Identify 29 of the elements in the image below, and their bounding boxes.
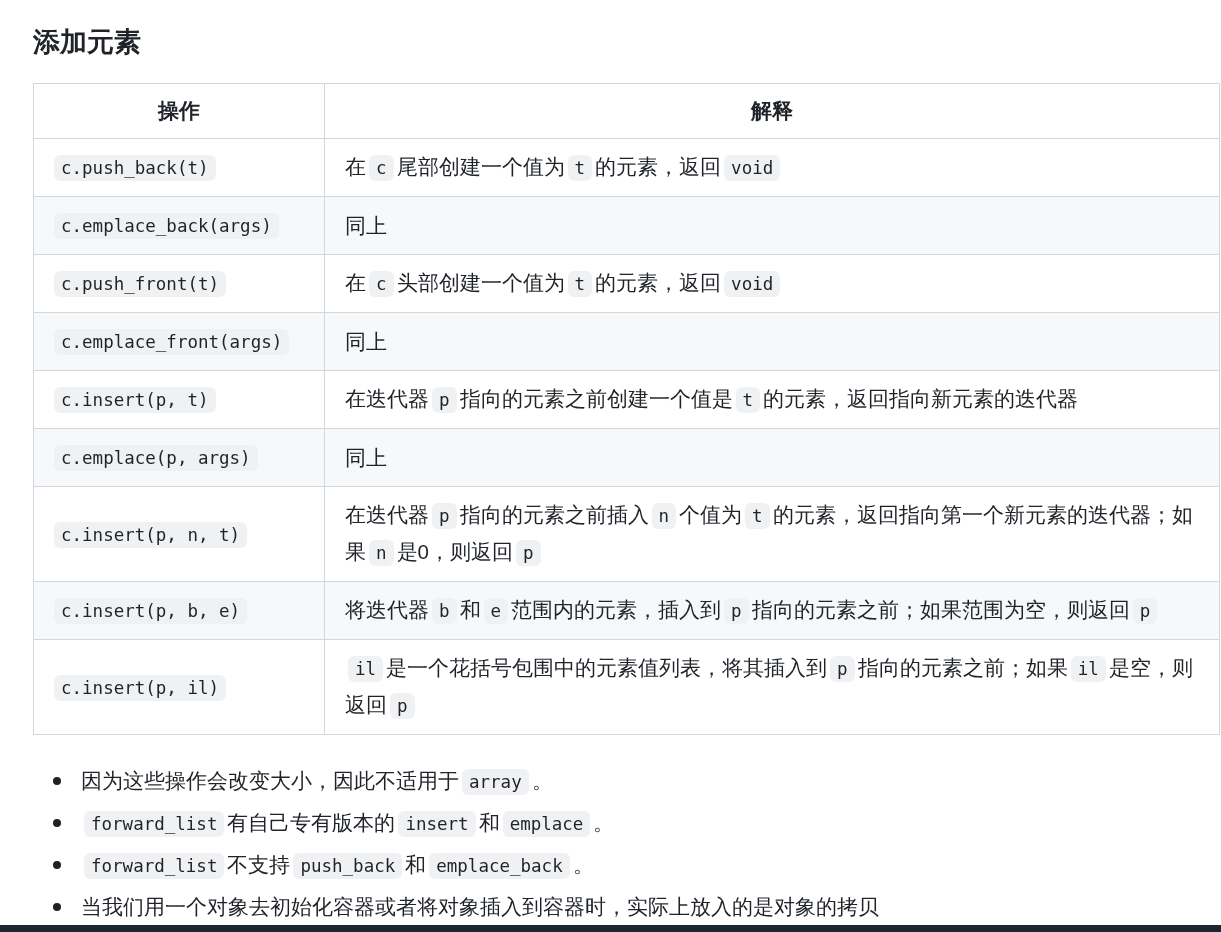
table-cell: c.push_back(t): [33, 138, 325, 197]
bullet-dot: [53, 903, 61, 911]
table-cell: 在 c 头部创建一个值为 t 的元素，返回 void: [324, 254, 1220, 313]
table-cell: c.insert(p, n, t): [33, 486, 325, 582]
column-header: 操作: [33, 83, 325, 139]
table-cell: 同上: [324, 196, 1220, 255]
list-item-text: forward_list 有自己专有版本的 insert 和 emplace 。: [81, 809, 615, 837]
table-cell: il 是一个花括号包围中的元素值列表，将其插入到 p 指向的元素之前；如果 il 是空，则返回 p: [324, 639, 1220, 735]
table-cell: c.insert(p, il): [33, 639, 325, 735]
table-cell: c.push_front(t): [33, 254, 325, 313]
bullet-dot: [53, 819, 61, 827]
bullet-dot: [53, 861, 61, 869]
table-cell: 在 c 尾部创建一个值为 t 的元素，返回 void: [324, 138, 1220, 197]
table-cell: c.insert(p, t): [33, 370, 325, 429]
table-cell: 同上: [324, 428, 1220, 487]
bullet-dot: [53, 777, 61, 785]
section-heading: 添加元素: [33, 26, 141, 59]
table-cell: c.emplace_front(args): [33, 312, 325, 371]
table-cell: c.emplace(p, args): [33, 428, 325, 487]
table-cell: 在迭代器 p 指向的元素之前创建一个值是 t 的元素，返回指向新元素的迭代器: [324, 370, 1220, 429]
table-cell: 在迭代器 p 指向的元素之前插入 n 个值为 t 的元素，返回指向第一个新元素的迭代器；如果 n 是0，则返回 p: [324, 486, 1220, 582]
table-cell: 将迭代器 b 和 e 范围内的元素，插入到 p 指向的元素之前；如果范围为空，则返回 p: [324, 581, 1220, 640]
table-cell: c.insert(p, b, e): [33, 581, 325, 640]
table-cell: 同上: [324, 312, 1220, 371]
list-item-text: forward_list 不支持 push_back 和 emplace_back 。: [81, 851, 594, 879]
list-item-text: 当我们用一个对象去初始化容器或者将对象插入到容器时，实际上放入的是对象的拷贝: [81, 894, 879, 920]
list-item-text: 因为这些操作会改变大小，因此不适用于 array 。: [81, 767, 553, 795]
column-header: 解释: [324, 83, 1220, 139]
table-cell: c.emplace_back(args): [33, 196, 325, 255]
